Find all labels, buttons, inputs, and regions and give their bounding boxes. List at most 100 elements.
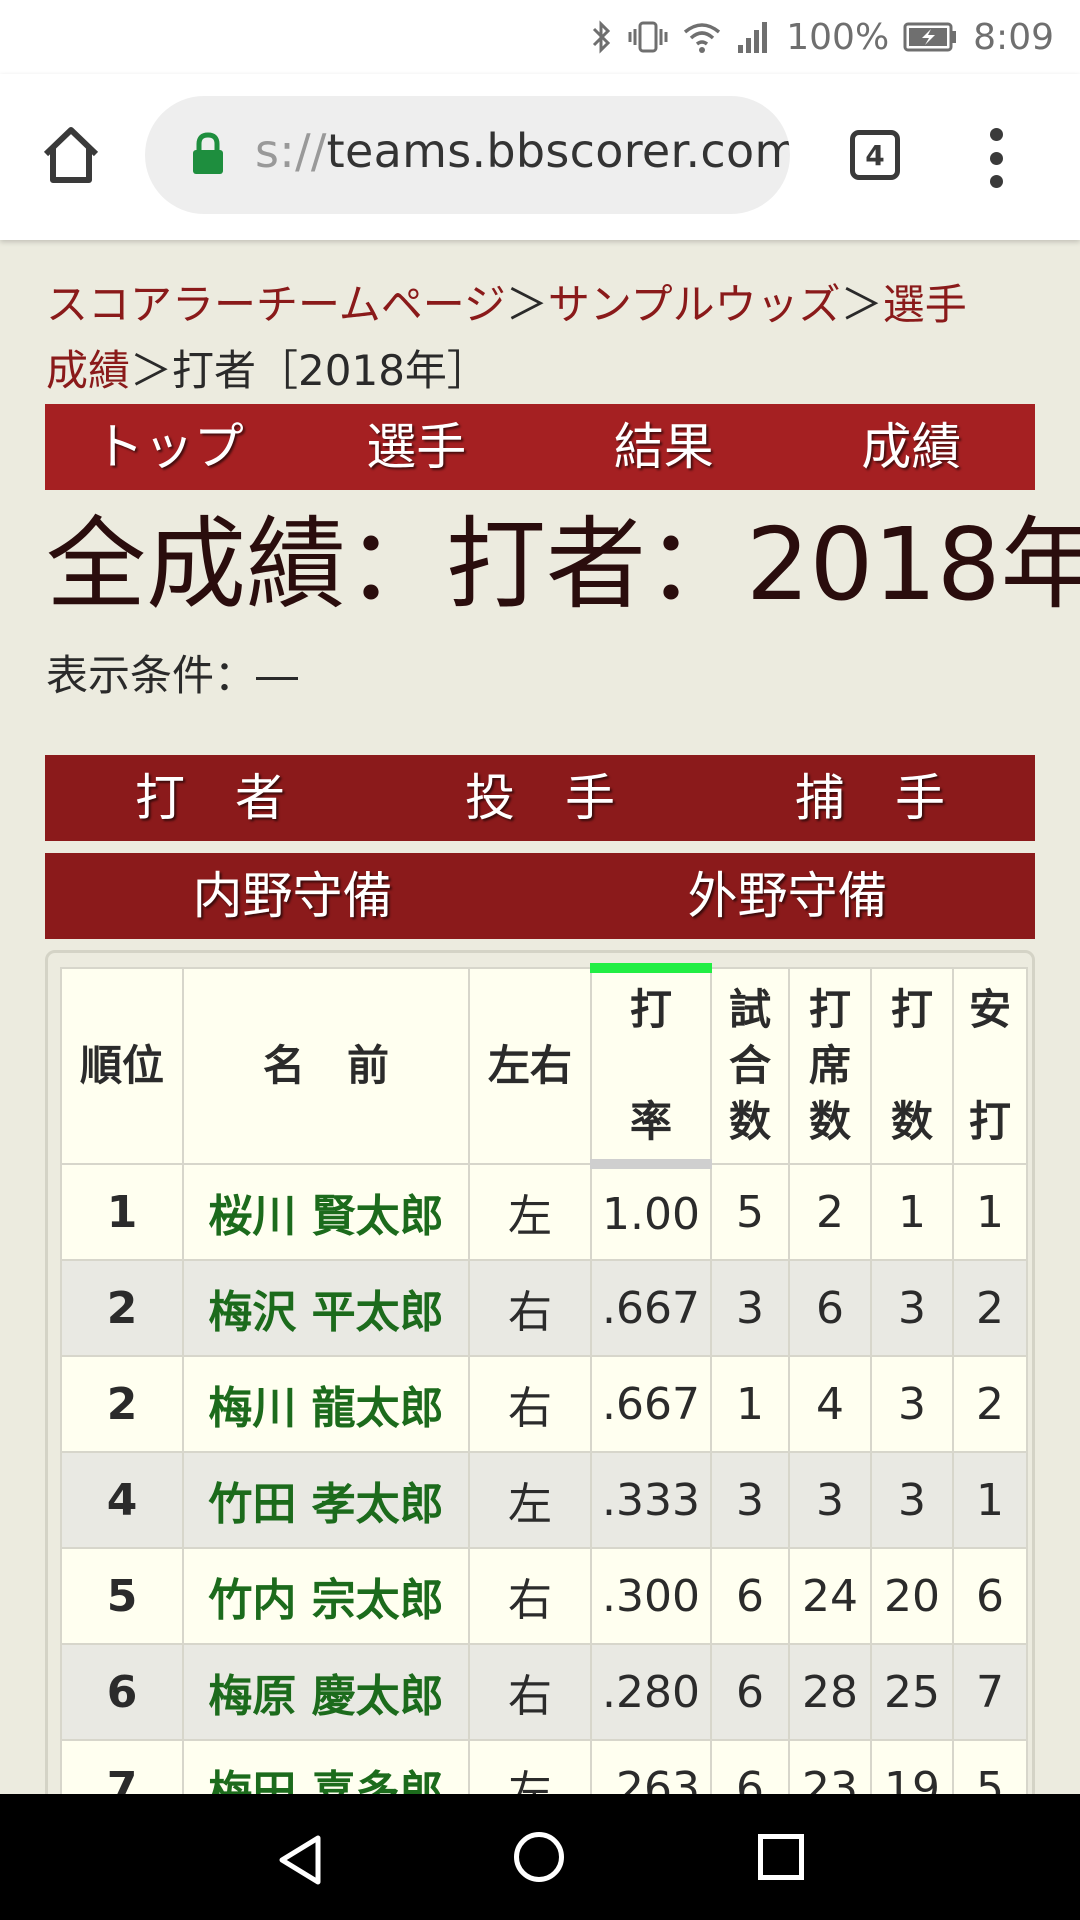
cell-ab: 3 <box>870 1355 954 1453</box>
wifi-icon <box>684 23 721 53</box>
cell-games: 3 <box>710 1451 790 1549</box>
cell-pa: 28 <box>788 1643 872 1741</box>
player-name-link[interactable]: 竹内 宗太郎 <box>182 1547 470 1645</box>
nav-players[interactable]: 選手 <box>293 404 541 490</box>
cell-pa: 4 <box>788 1355 872 1453</box>
col-games[interactable]: 試合数 <box>710 967 790 1165</box>
table-row: 4 竹田 孝太郎 左 .333 3 3 3 1 <box>60 1451 1028 1549</box>
cell-avg: .667 <box>590 1355 712 1453</box>
cell-pa: 3 <box>788 1451 872 1549</box>
home-icon <box>43 127 99 183</box>
cell-games: 6 <box>710 1547 790 1645</box>
status-bar: 100% 8:09 <box>0 0 1080 74</box>
col-plate-appearances[interactable]: 打席数 <box>788 967 872 1165</box>
cell-hand: 右 <box>468 1259 592 1357</box>
breadcrumb-link-team[interactable]: サンプルウッズ <box>548 280 841 329</box>
breadcrumb: スコアラーチームページ＞サンプルウッズ＞選手成績＞打者［2018年］ <box>46 280 967 395</box>
lock-icon <box>193 132 223 174</box>
clock: 8:09 <box>973 16 1054 58</box>
stats-table-container[interactable]: 順位 名 前 左右 打 率 試合数 打席数 打 数 安 打 1 桜川 賢太郎 左… <box>45 950 1035 1850</box>
player-name-link[interactable]: 梅原 慶太郎 <box>182 1643 470 1741</box>
cell-games: 5 <box>710 1163 790 1261</box>
cell-ab: 20 <box>870 1547 954 1645</box>
nav-results[interactable]: 結果 <box>540 404 788 490</box>
cell-rank: 1 <box>60 1163 184 1261</box>
cell-hand: 左 <box>468 1451 592 1549</box>
fielding-nav: 内野守備 外野守備 <box>45 853 1035 939</box>
col-name[interactable]: 名 前 <box>182 967 470 1165</box>
home-button[interactable] <box>40 124 102 186</box>
tab-infield[interactable]: 内野守備 <box>45 853 540 939</box>
tab-outfield[interactable]: 外野守備 <box>540 853 1035 939</box>
cell-ab: 1 <box>870 1163 954 1261</box>
cell-avg: .300 <box>590 1547 712 1645</box>
cell-hits: 1 <box>952 1163 1028 1261</box>
table-row: 5 竹内 宗太郎 右 .300 6 24 20 6 <box>60 1547 1028 1645</box>
nav-top[interactable]: トップ <box>45 404 293 490</box>
table-row: 6 梅原 慶太郎 右 .280 6 28 25 7 <box>60 1643 1028 1741</box>
cell-rank: 2 <box>60 1259 184 1357</box>
recents-icon[interactable] <box>758 1834 804 1880</box>
cell-rank: 4 <box>60 1451 184 1549</box>
more-vert-icon <box>989 128 1003 141</box>
cell-games: 1 <box>710 1355 790 1453</box>
tab-count: 4 <box>865 138 885 172</box>
cell-pa: 6 <box>788 1259 872 1357</box>
cell-avg: .667 <box>590 1259 712 1357</box>
battery-percent: 100% <box>786 16 890 58</box>
cell-rank: 5 <box>60 1547 184 1645</box>
breadcrumb-current: 打者［2018年］ <box>172 346 489 395</box>
tab-batter[interactable]: 打 者 <box>45 755 375 841</box>
col-at-bats[interactable]: 打 数 <box>870 967 954 1165</box>
player-name-link[interactable]: 竹田 孝太郎 <box>182 1451 470 1549</box>
main-nav: トップ 選手 結果 成績 <box>45 404 1035 490</box>
col-batting-average[interactable]: 打 率 <box>590 963 712 1169</box>
cell-hits: 2 <box>952 1355 1028 1453</box>
page-title: 全成績：打者：2018年 <box>46 506 1080 623</box>
category-nav: 打 者 投 手 捕 手 <box>45 755 1035 841</box>
display-condition: 表示条件：― <box>46 651 299 700</box>
table-row: 1 桜川 賢太郎 左 1.00 5 2 1 1 <box>60 1163 1028 1261</box>
cell-ab: 3 <box>870 1259 954 1357</box>
player-name-link[interactable]: 桜川 賢太郎 <box>182 1163 470 1261</box>
cell-hits: 6 <box>952 1547 1028 1645</box>
player-name-link[interactable]: 梅川 龍太郎 <box>182 1355 470 1453</box>
browser-toolbar: s://teams.bbscorer.com 4 <box>0 74 1080 240</box>
url-text: s://teams.bbscorer.com <box>255 124 790 178</box>
tab-pitcher[interactable]: 投 手 <box>375 755 705 841</box>
col-hand[interactable]: 左右 <box>468 967 592 1165</box>
battery-charging-icon <box>903 22 957 52</box>
cell-hand: 右 <box>468 1643 592 1741</box>
bluetooth-icon <box>593 20 611 54</box>
home-circle-icon[interactable] <box>514 1832 564 1882</box>
table-row: 2 梅沢 平太郎 右 .667 3 6 3 2 <box>60 1259 1028 1357</box>
cell-games: 6 <box>710 1643 790 1741</box>
cell-avg: 1.00 <box>590 1163 712 1261</box>
cell-hand: 右 <box>468 1547 592 1645</box>
nav-stats[interactable]: 成績 <box>788 404 1036 490</box>
tab-catcher[interactable]: 捕 手 <box>705 755 1035 841</box>
cell-ab: 3 <box>870 1451 954 1549</box>
cell-hits: 2 <box>952 1259 1028 1357</box>
browser-menu-button[interactable] <box>984 128 1008 188</box>
vibrate-icon <box>628 21 668 53</box>
player-name-link[interactable]: 梅沢 平太郎 <box>182 1259 470 1357</box>
cell-pa: 2 <box>788 1163 872 1261</box>
cell-avg: .333 <box>590 1451 712 1549</box>
col-hits[interactable]: 安 打 <box>952 967 1028 1165</box>
cell-hits: 7 <box>952 1643 1028 1741</box>
cell-hand: 左 <box>468 1163 592 1261</box>
cell-hand: 右 <box>468 1355 592 1453</box>
breadcrumb-link-scorer[interactable]: スコアラーチームページ <box>46 280 506 329</box>
back-icon[interactable] <box>276 1834 324 1886</box>
cell-pa: 24 <box>788 1547 872 1645</box>
tab-switcher-button[interactable]: 4 <box>850 130 900 180</box>
cell-hits: 1 <box>952 1451 1028 1549</box>
table-header-row: 順位 名 前 左右 打 率 試合数 打席数 打 数 安 打 <box>60 963 1028 1169</box>
system-nav-bar <box>0 1794 1080 1920</box>
cell-avg: .280 <box>590 1643 712 1741</box>
col-rank[interactable]: 順位 <box>60 967 184 1165</box>
signal-icon <box>738 22 768 53</box>
batting-stats-table: 順位 名 前 左右 打 率 試合数 打席数 打 数 安 打 1 桜川 賢太郎 左… <box>60 963 1028 1837</box>
address-bar[interactable]: s://teams.bbscorer.com <box>145 96 790 214</box>
